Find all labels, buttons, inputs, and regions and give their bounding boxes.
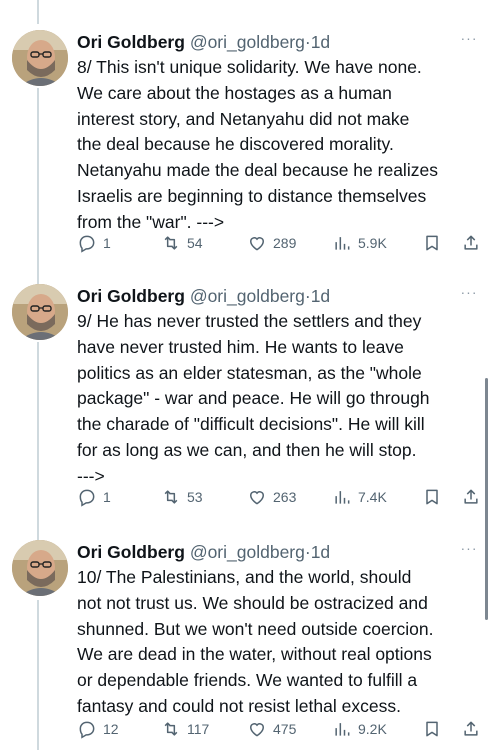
bookmark-button[interactable] — [422, 486, 442, 508]
tweet-text: 8/ This isn't unique solidarity. We have… — [77, 57, 438, 232]
tweet[interactable]: Ori Goldberg @ori_goldberg·1d ··· 9/ He … — [0, 284, 494, 514]
bookmark-icon — [426, 721, 438, 737]
author-name[interactable]: Ori Goldberg — [77, 286, 185, 306]
reply-icon — [79, 489, 95, 507]
tweet-text: 10/ The Palestinians, and the world, sho… — [77, 567, 434, 716]
author-name[interactable]: Ori Goldberg — [77, 542, 185, 562]
scrollbar[interactable] — [485, 378, 488, 620]
tweet-header: Ori Goldberg @ori_goldberg·1d — [77, 540, 330, 564]
retweet-button[interactable]: 54 — [161, 232, 203, 254]
retweet-icon — [164, 236, 178, 250]
retweet-count: 117 — [187, 721, 210, 737]
reply-button[interactable]: 1 — [77, 232, 111, 254]
avatar[interactable] — [12, 284, 68, 340]
share-icon — [464, 721, 478, 736]
tweet[interactable]: Ori Goldberg @ori_goldberg·1d ··· 8/ Thi… — [0, 30, 494, 258]
bookmark-button[interactable] — [422, 232, 442, 254]
reply-count: 1 — [103, 489, 111, 505]
retweet-button[interactable]: 117 — [161, 718, 209, 740]
more-options-icon[interactable]: ··· — [458, 31, 480, 50]
share-button[interactable] — [461, 486, 481, 508]
tweet-text: 9/ He has never trusted the settlers and… — [77, 311, 430, 486]
tweet-actions: 12 117 475 9.2K — [77, 718, 487, 740]
like-count: 263 — [273, 489, 297, 505]
reply-count: 1 — [103, 235, 111, 251]
share-button[interactable] — [461, 232, 481, 254]
timestamp[interactable]: 1d — [311, 542, 330, 562]
views-icon — [335, 237, 350, 250]
view-count: 5.9K — [358, 235, 387, 251]
bookmark-icon — [426, 235, 438, 251]
author-handle[interactable]: @ori_goldberg — [190, 286, 305, 306]
retweet-count: 54 — [187, 235, 203, 251]
reply-button[interactable]: 1 — [77, 486, 111, 508]
retweet-count: 53 — [187, 489, 203, 505]
thread-line — [37, 0, 39, 24]
author-handle[interactable]: @ori_goldberg — [190, 32, 305, 52]
more-options-icon[interactable]: ··· — [458, 541, 480, 560]
reply-button[interactable]: 12 — [77, 718, 119, 740]
author-handle[interactable]: @ori_goldberg — [190, 542, 305, 562]
like-button[interactable]: 263 — [247, 486, 296, 508]
heart-icon — [249, 723, 265, 737]
view-count: 9.2K — [358, 721, 387, 737]
tweet-actions: 1 54 289 5.9K — [77, 232, 487, 254]
retweet-button[interactable]: 53 — [161, 486, 203, 508]
avatar[interactable] — [12, 30, 68, 86]
reply-count: 12 — [103, 721, 119, 737]
timestamp[interactable]: 1d — [311, 286, 330, 306]
more-options-icon[interactable]: ··· — [458, 285, 480, 304]
like-button[interactable]: 289 — [247, 232, 296, 254]
timestamp[interactable]: 1d — [311, 32, 330, 52]
bookmark-button[interactable] — [422, 718, 442, 740]
share-icon — [464, 489, 478, 504]
share-icon — [464, 235, 478, 250]
retweet-icon — [164, 722, 178, 736]
views-icon — [335, 723, 350, 736]
tweet-actions: 1 53 263 7.4K — [77, 486, 487, 508]
like-count: 289 — [273, 235, 297, 251]
reply-icon — [79, 235, 95, 253]
like-count: 475 — [273, 721, 297, 737]
views-button[interactable]: 7.4K — [332, 486, 387, 508]
heart-icon — [249, 491, 265, 505]
tweet-header: Ori Goldberg @ori_goldberg·1d — [77, 284, 330, 308]
tweet[interactable]: Ori Goldberg @ori_goldberg·1d ··· 10/ Th… — [0, 540, 494, 750]
share-button[interactable] — [461, 718, 481, 740]
tweet-header: Ori Goldberg @ori_goldberg·1d — [77, 30, 330, 54]
view-count: 7.4K — [358, 489, 387, 505]
author-name[interactable]: Ori Goldberg — [77, 32, 185, 52]
views-button[interactable]: 5.9K — [332, 232, 387, 254]
like-button[interactable]: 475 — [247, 718, 296, 740]
views-button[interactable]: 9.2K — [332, 718, 387, 740]
avatar[interactable] — [12, 540, 68, 596]
retweet-icon — [164, 490, 178, 504]
bookmark-icon — [426, 489, 438, 505]
heart-icon — [249, 237, 265, 251]
views-icon — [335, 491, 350, 504]
reply-icon — [79, 721, 95, 739]
